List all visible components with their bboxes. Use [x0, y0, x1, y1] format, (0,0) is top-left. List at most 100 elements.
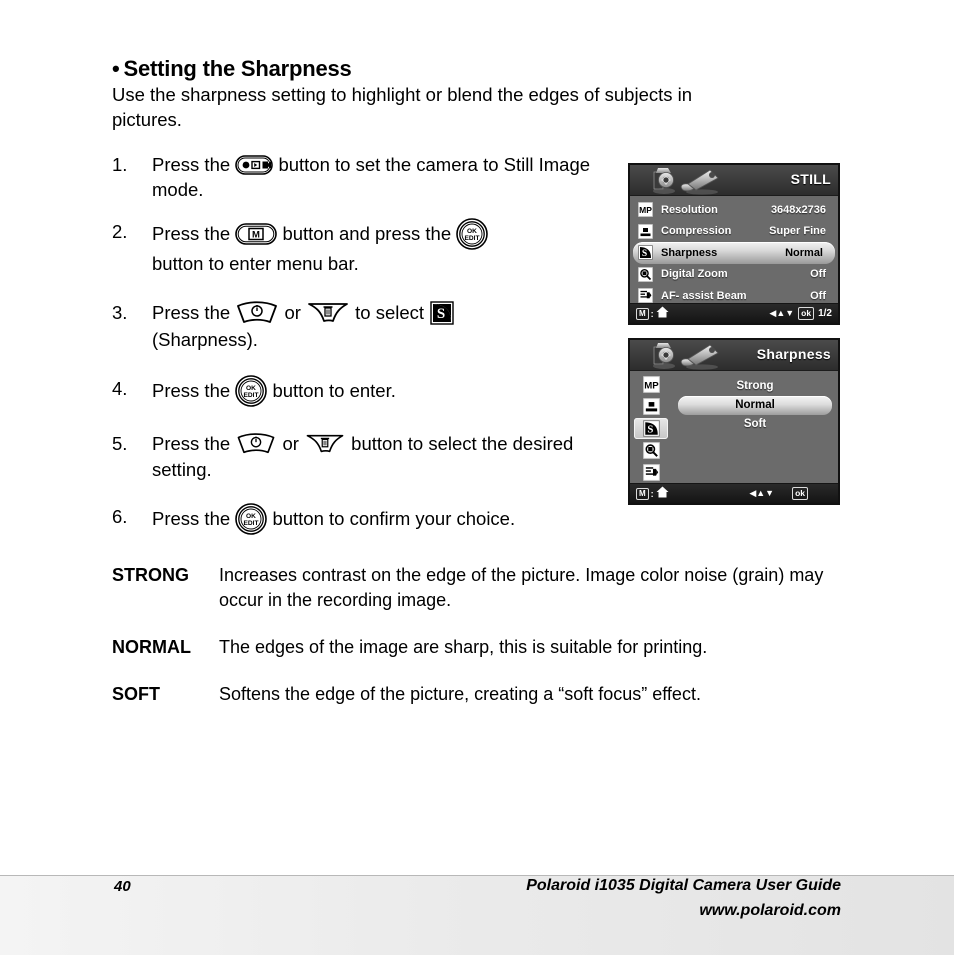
step-3-pre: Press the	[152, 302, 231, 323]
intro-line-1: Use the sharpness setting to highlight o…	[112, 84, 693, 105]
lcd-still-title: STILL	[790, 171, 831, 187]
svg-text:S: S	[642, 249, 647, 259]
svg-text:EDIT: EDIT	[244, 520, 259, 527]
page-indicator: 1/2	[818, 308, 832, 319]
footer-page-number: 40	[114, 878, 131, 895]
definition-text-strong: Increases contrast on the edge of the pi…	[219, 565, 824, 610]
menu-value-sharpness: Normal	[785, 246, 823, 259]
step-5-number: 5.	[112, 433, 128, 455]
lcd-sharpness-header: Sharpness	[630, 340, 838, 371]
lcd-still-status-bar: M : ◀▲▼ ok 1/2	[630, 303, 838, 323]
lcd-still-header: STILL	[630, 165, 838, 196]
mp-resolution-icon[interactable]: MP	[634, 374, 668, 395]
step-6-number: 6.	[112, 506, 128, 528]
menu-label-sharpness: Sharpness	[661, 246, 718, 259]
option-normal[interactable]: Normal	[678, 396, 832, 415]
step-3-number: 3.	[112, 302, 128, 323]
menu-label-af-assist-beam: AF- assist Beam	[661, 289, 747, 302]
menu-label-compression: Compression	[661, 225, 732, 238]
ok-edit-button-icon: OK EDIT	[235, 503, 268, 536]
step-6-post: button to confirm your choice.	[272, 508, 516, 530]
sharpness-options-list: Strong Normal Soft	[678, 377, 832, 434]
footer-guide-title: Polaroid i1035 Digital Camera User Guide	[526, 877, 841, 894]
nav-arrows: ◀▲▼	[769, 308, 795, 318]
menu-key-badge: M	[636, 487, 649, 500]
step-5-pre: Press the	[152, 433, 231, 455]
definition-soft: SOFT Softens the edge of the picture, cr…	[112, 682, 841, 707]
lcd-screenshot-still-menu: STILL MP Resolution 3648x2736 Compressio…	[628, 163, 840, 325]
menu-value-digital-zoom: Off	[810, 268, 826, 281]
svg-text:S: S	[647, 423, 653, 435]
definitions-list: STRONG Increases contrast on the edge of…	[112, 563, 841, 729]
step-6: 6. Press the OK EDIT button to confirm y…	[112, 503, 617, 536]
definition-term-strong: STRONG	[112, 565, 190, 585]
ok-edit-button-icon: OK EDIT	[456, 218, 489, 250]
option-soft[interactable]: Soft	[678, 415, 832, 434]
svg-text:S: S	[437, 306, 445, 322]
page-footer: 40 Polaroid i1035 Digital Camera User Gu…	[0, 875, 954, 955]
menu-label-digital-zoom: Digital Zoom	[661, 268, 728, 281]
step-2-post: button to enter menu bar.	[152, 253, 359, 274]
step-3-mid-2: to select	[355, 302, 425, 323]
step-5-mid: or	[282, 433, 299, 455]
definition-normal: NORMAL The edges of the image are sharp,…	[112, 635, 841, 660]
home-icon	[656, 485, 669, 503]
digital-zoom-icon	[638, 266, 656, 282]
menu-button-icon: M	[235, 223, 278, 245]
step-1-pre: Press the	[152, 154, 231, 175]
step-6-pre: Press the	[152, 508, 231, 530]
svg-text:MP: MP	[644, 380, 659, 391]
af-assist-icon[interactable]	[634, 462, 668, 483]
nav-arrows: ◀▲▼	[749, 488, 775, 498]
svg-text:MP: MP	[639, 205, 652, 215]
step-3-post: (Sharpness).	[152, 329, 258, 351]
step-4-number: 4.	[112, 378, 128, 400]
menu-row-sharpness[interactable]: S Sharpness Normal	[633, 242, 835, 264]
menu-row-compression[interactable]: Compression Super Fine	[630, 221, 838, 243]
page-title-text: Setting the Sharpness	[123, 56, 352, 81]
home-icon	[656, 305, 669, 323]
menu-key-badge: M	[636, 307, 649, 320]
sharpness-icon[interactable]: S	[634, 418, 668, 439]
sharpness-side-icon-column: MP S	[634, 374, 668, 484]
up-self-timer-button-icon	[235, 432, 277, 456]
lcd-sharpness-title: Sharpness	[756, 346, 831, 362]
option-strong[interactable]: Strong	[678, 377, 832, 396]
step-2-number: 2.	[112, 221, 128, 242]
intro-line-2: pictures.	[112, 109, 182, 130]
ok-badge: ok	[798, 307, 815, 320]
step-5: 5. Press the or button to select the des…	[112, 431, 617, 482]
definition-text-soft: Softens the edge of the picture, creatin…	[219, 684, 701, 704]
svg-text:OK: OK	[467, 228, 477, 235]
mp-resolution-icon: MP	[638, 202, 656, 218]
definition-term-normal: NORMAL	[112, 637, 191, 657]
compression-icon	[638, 223, 656, 239]
svg-text:EDIT: EDIT	[465, 235, 480, 242]
lcd-sharpness-content: MP S Strong Normal Soft	[630, 371, 838, 484]
digital-zoom-icon[interactable]	[634, 440, 668, 461]
lcd-sharpness-status-bar: M : ◀▲▼ ok	[630, 483, 838, 503]
step-3: 3. Press the or to select S (Sharpness).	[112, 300, 617, 352]
definition-term-soft: SOFT	[112, 684, 160, 704]
sharpness-icon: S	[429, 300, 455, 326]
sharpness-icon: S	[638, 245, 656, 261]
step-4: 4. Press the OK EDIT button to enter.	[112, 375, 617, 408]
bullet-icon: •	[112, 56, 120, 81]
step-1: 1. Press the button to set the camera to…	[112, 152, 617, 202]
up-self-timer-button-icon	[235, 300, 279, 326]
intro-paragraph: Use the sharpness setting to highlight o…	[112, 82, 841, 132]
menu-value-resolution: 3648x2736	[770, 203, 826, 216]
manual-page: • Setting the Sharpness Use the sharpness…	[0, 0, 954, 955]
step-1-number: 1.	[112, 154, 128, 175]
svg-text:OK: OK	[246, 385, 256, 392]
menu-row-digital-zoom[interactable]: Digital Zoom Off	[630, 264, 838, 286]
menu-label-resolution: Resolution	[661, 203, 718, 216]
menu-row-resolution[interactable]: MP Resolution 3648x2736	[630, 199, 838, 221]
svg-text:OK: OK	[246, 513, 256, 520]
definition-text-normal: The edges of the image are sharp, this i…	[219, 637, 708, 657]
svg-text:EDIT: EDIT	[244, 392, 259, 399]
step-4-post: button to enter.	[272, 380, 396, 401]
step-4-pre: Press the	[152, 380, 231, 401]
compression-icon[interactable]	[634, 396, 668, 417]
step-2-mid: button and press the	[282, 222, 452, 244]
